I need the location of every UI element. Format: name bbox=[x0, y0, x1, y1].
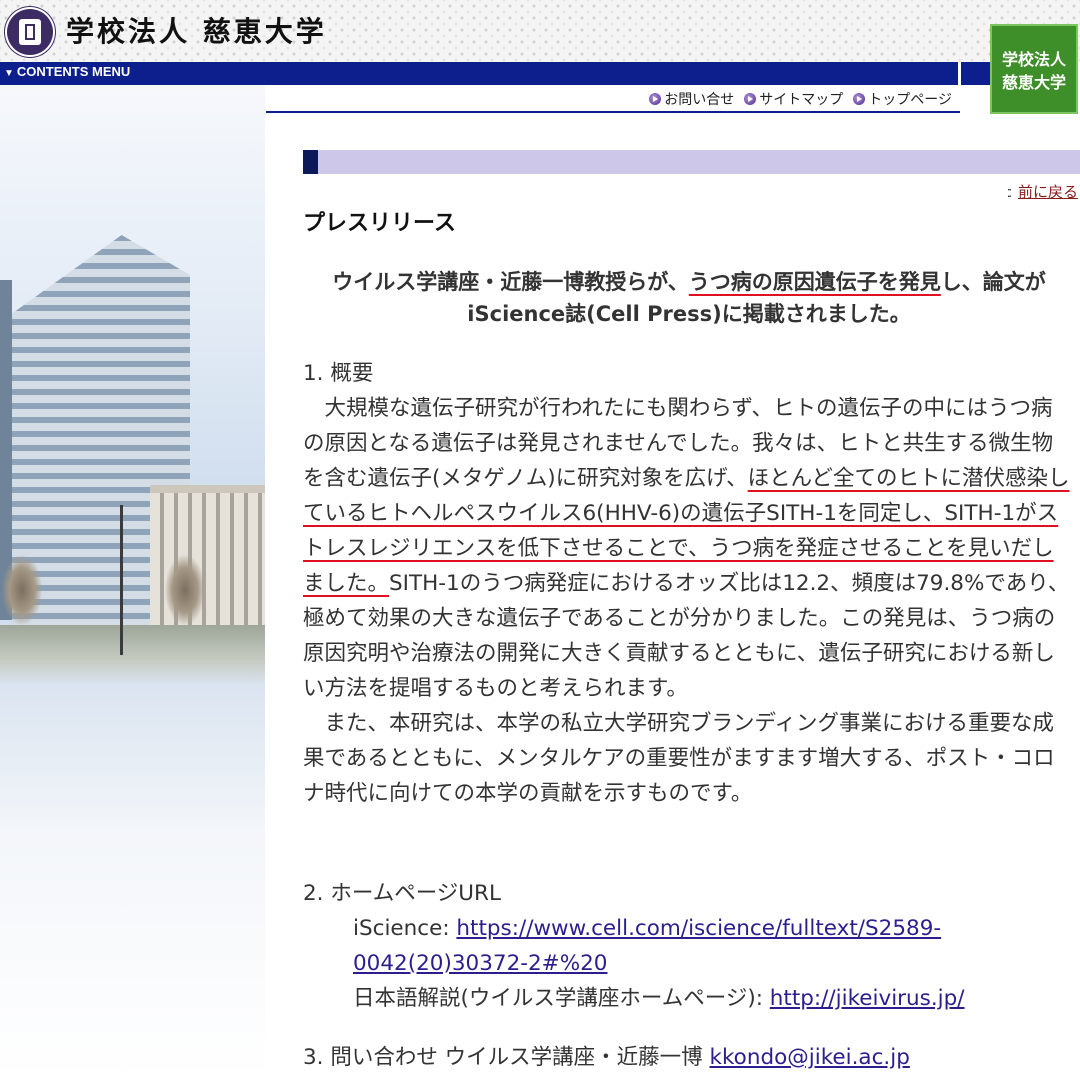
site-header: 学校法人 慈恵大学 bbox=[0, 0, 1080, 62]
contact-link[interactable]: お問い合せ bbox=[649, 89, 734, 109]
top-links-bar: お問い合せ サイトマップ トップページ bbox=[266, 85, 960, 113]
japanese-explanation-label: 日本語解説(ウイルス学講座ホームページ): bbox=[353, 986, 770, 1011]
tree bbox=[2, 555, 42, 625]
badge-line-1: 学校法人 bbox=[1001, 50, 1066, 69]
arrow-bullet-icon bbox=[744, 93, 757, 105]
divider bbox=[958, 62, 961, 85]
homepage-url-section: 2. ホームページURL iScience: https://www.cell.… bbox=[303, 876, 1073, 1016]
ground bbox=[0, 625, 265, 685]
back-link[interactable]: ⁚⁚ 前に戻る bbox=[1007, 181, 1078, 202]
badge-line-2: 慈恵大学 bbox=[1001, 73, 1066, 92]
triangle-down-icon: ▼ bbox=[4, 68, 14, 79]
university-badge[interactable]: 学校法人 慈恵大学 bbox=[990, 24, 1078, 114]
significance-paragraph: また、本研究は、本学の私立大学研究ブランディング事業における重要な成果であるとと… bbox=[303, 711, 1055, 806]
section-heading-overview: 1. 概要 bbox=[303, 361, 374, 386]
dots-icon: ⁚⁚ bbox=[1006, 187, 1012, 200]
sitemap-link[interactable]: サイトマップ bbox=[744, 89, 843, 109]
headline: ウイルス学講座・近藤一博教授らが、うつ病の原因遺伝子を発見し、論文がiScien… bbox=[332, 270, 1046, 326]
campus-photo bbox=[0, 85, 265, 1080]
tree bbox=[165, 555, 205, 625]
contact-section: 3. 問い合わせ ウイルス学講座・近藤一博 kkondo@jikei.ac.jp bbox=[303, 1040, 1073, 1075]
arrow-bullet-icon bbox=[853, 93, 866, 105]
street-lamp bbox=[120, 505, 123, 655]
site-title[interactable]: 学校法人 慈恵大学 bbox=[66, 10, 327, 50]
contact-email-link[interactable]: kkondo@jikei.ac.jp bbox=[710, 1045, 910, 1070]
article-body: 1. 概要 大規模な遺伝子研究が行われたにも関わらず、ヒトの遺伝子の中にはうつ病… bbox=[303, 356, 1073, 811]
top-page-link[interactable]: トップページ bbox=[853, 89, 952, 109]
section-heading-url: 2. ホームページURL bbox=[303, 881, 501, 906]
virology-homepage-link[interactable]: http://jikeivirus.jp/ bbox=[770, 986, 965, 1011]
iscience-label: iScience: bbox=[353, 916, 457, 941]
arrow-bullet-icon bbox=[649, 93, 662, 105]
section-bar bbox=[303, 150, 1080, 174]
headline-highlight: うつ病の原因遺伝子を発見 bbox=[688, 270, 941, 294]
page-title: プレスリリース bbox=[303, 211, 456, 236]
section-heading-contact: 3. 問い合わせ ウイルス学講座・近藤一博 bbox=[303, 1045, 710, 1070]
overview-paragraph: 大規模な遺伝子研究が行われたにも関わらず、ヒトの遺伝子の中にはうつ病の原因となる… bbox=[303, 396, 1070, 701]
contents-menu-label: CONTENTS MENU bbox=[16, 64, 131, 79]
back-link-label[interactable]: 前に戻る bbox=[1018, 183, 1078, 201]
university-crest-icon[interactable] bbox=[7, 9, 53, 55]
contents-menu-bar[interactable]: ▼ CONTENTS MENU bbox=[0, 62, 990, 85]
